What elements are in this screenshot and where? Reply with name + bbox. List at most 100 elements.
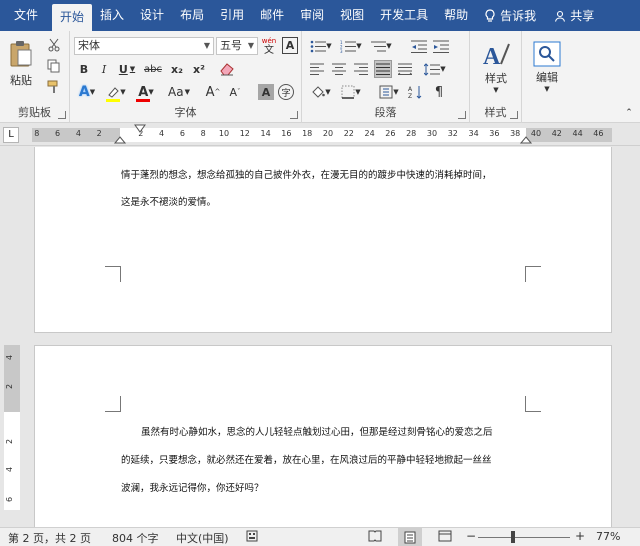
align-right-icon	[354, 63, 368, 75]
language[interactable]: 中文(中国)	[176, 530, 229, 546]
paragraph-line[interactable]: 虽然有时心静如水，思念的人儿轻轻点触划过心田，但那是经过刻骨铭心的爱恋之后	[141, 424, 493, 438]
page-1[interactable]: 情于蓬烈的想念，想念给孤独的自己披件外衣，在漫无目的的踱步中快速的消耗掉时间， …	[34, 147, 612, 333]
tab-developer[interactable]: 开发工具	[372, 0, 436, 31]
character-shading-button[interactable]: A	[258, 84, 274, 100]
format-painter-button[interactable]	[46, 79, 62, 95]
zoom-slider-thumb[interactable]	[511, 531, 515, 543]
tab-selector[interactable]: L	[3, 127, 19, 143]
multilevel-list-button[interactable]: ▼	[368, 37, 394, 55]
distributed-button[interactable]	[396, 60, 414, 78]
page-2[interactable]: 虽然有时心静如水，思念的人儿轻轻点触划过心田，但那是经过刻骨铭心的爱恋之后 的延…	[34, 345, 612, 527]
chinese-layout-button[interactable]: ▼	[376, 83, 402, 101]
editing-button[interactable]: 编辑 ▼	[528, 37, 566, 97]
zoom-slider-track[interactable]	[478, 537, 570, 538]
collapse-ribbon-button[interactable]: ⌃	[622, 107, 636, 119]
chevron-down-icon: ▼	[120, 88, 126, 96]
chevron-down-icon: ▼	[129, 65, 136, 73]
show-marks-button[interactable]: ¶	[430, 83, 448, 101]
caret-down-icon: ˇ	[237, 88, 241, 96]
underline-button[interactable]: U ▼	[116, 60, 138, 78]
document-area[interactable]: 情于蓬烈的想念，想念给孤独的自己披件外衣，在漫无目的的踱步中快速的消耗掉时间， …	[0, 147, 640, 527]
copy-button[interactable]	[46, 58, 62, 74]
tab-view[interactable]: 视图	[332, 0, 372, 31]
paragraph-line[interactable]: 情于蓬烈的想念，想念给孤独的自己披件外衣，在漫无目的的踱步中快速的消耗掉时间，	[121, 167, 492, 181]
borders-button[interactable]: ▼	[338, 83, 364, 101]
align-right-button[interactable]	[352, 60, 370, 78]
line-spacing-button[interactable]: ▼	[422, 60, 448, 78]
subscript-button[interactable]: x₂	[168, 60, 186, 78]
ruler-tick: 28	[406, 129, 417, 138]
vertical-ruler[interactable]: 4 2 2 4 6	[4, 345, 20, 510]
macro-record-icon[interactable]	[246, 530, 258, 545]
char-border-glyph: A	[285, 39, 295, 52]
increase-indent-button[interactable]	[432, 37, 450, 55]
sort-button[interactable]: AZ	[406, 83, 424, 101]
text-effects-button[interactable]: A ▼	[76, 83, 98, 101]
font-name-dropdown[interactable]: 宋体 ▼	[74, 37, 214, 55]
tab-layout[interactable]: 布局	[172, 0, 212, 31]
zoom-level[interactable]: 77%	[596, 530, 620, 543]
styles-button[interactable]: A 样式 ▼	[476, 37, 516, 97]
font-launcher[interactable]	[290, 111, 298, 119]
share-button[interactable]: 共享	[544, 7, 604, 24]
italic-button[interactable]: I	[96, 60, 112, 78]
shading-button[interactable]: ▼	[308, 83, 334, 101]
right-indent-marker[interactable]	[520, 136, 532, 146]
grow-font-button[interactable]: A ^	[204, 83, 222, 101]
font-color-icon: A	[138, 84, 149, 100]
align-center-button[interactable]	[330, 60, 348, 78]
first-line-indent-marker[interactable]	[134, 124, 146, 134]
change-case-button[interactable]: Aa ▼	[164, 83, 194, 101]
tab-mailings[interactable]: 邮件	[252, 0, 292, 31]
hanging-indent-marker[interactable]	[114, 136, 126, 146]
tab-home[interactable]: 开始	[52, 4, 93, 31]
align-left-button[interactable]	[308, 60, 326, 78]
font-group-label: 字体	[174, 106, 197, 119]
read-mode-icon[interactable]	[368, 530, 382, 545]
font-size-dropdown[interactable]: 五号 ▼	[216, 37, 258, 55]
character-border-button[interactable]: A	[282, 37, 298, 54]
page-count[interactable]: 第 2 页，共 2 页	[8, 530, 91, 546]
tab-help[interactable]: 帮助	[436, 0, 476, 31]
justify-button[interactable]	[374, 60, 392, 78]
ruler-tick: 14	[260, 129, 271, 138]
cut-button[interactable]	[46, 37, 62, 53]
bullets-button[interactable]: ▼	[308, 37, 334, 55]
horizontal-ruler[interactable]: L 8 6 4 2 2 4 6 8 10 12 14 16 18 20 22 24 26 28 30 32 34 36 38…	[0, 124, 640, 146]
tab-references[interactable]: 引用	[212, 0, 252, 31]
styles-icon: A	[483, 43, 510, 68]
paragraph-line[interactable]: 这是永不褪淡的爱情。	[121, 194, 216, 208]
word-count[interactable]: 804 个字	[112, 530, 159, 546]
strikethrough-button[interactable]: abc	[142, 60, 164, 78]
paragraph-launcher[interactable]	[458, 111, 466, 119]
styles-launcher[interactable]	[510, 111, 518, 119]
tell-me-search[interactable]: 告诉我	[476, 7, 544, 24]
superscript-button[interactable]: x²	[190, 60, 208, 78]
font-color-swatch	[136, 99, 150, 102]
tab-insert[interactable]: 插入	[92, 0, 132, 31]
vruler-tick: 4	[5, 354, 15, 361]
tab-design[interactable]: 设计	[132, 0, 172, 31]
ruler-tick: 36	[489, 129, 500, 138]
chevron-down-icon: ▼	[386, 42, 392, 50]
paragraph-line[interactable]: 的延续，只要想念，就必然还在爱着，放在心里，在风浪过后的平静中轻轻地掀起一丝丝	[121, 452, 492, 466]
ruler-tick: 6	[179, 129, 185, 138]
web-layout-icon[interactable]	[438, 530, 452, 545]
shrink-font-button[interactable]: Aˇ	[226, 83, 244, 101]
print-layout-icon[interactable]	[398, 528, 422, 546]
tab-review[interactable]: 审阅	[292, 0, 332, 31]
tab-file[interactable]: 文件	[0, 0, 52, 31]
clipboard-launcher[interactable]	[58, 111, 66, 119]
bold-button[interactable]: B	[76, 60, 92, 78]
decrease-indent-button[interactable]	[410, 37, 428, 55]
vruler-tick: 4	[5, 466, 15, 473]
clear-formatting-button[interactable]	[218, 60, 236, 78]
paragraph-line[interactable]: 波澜，我永远记得你，你还好吗？	[121, 480, 264, 494]
numbering-button[interactable]: 123 ▼	[338, 37, 364, 55]
paste-button[interactable]: 粘贴	[6, 37, 36, 91]
zoom-out-button[interactable]: −	[466, 529, 476, 543]
enclose-characters-button[interactable]: 字	[278, 84, 294, 100]
ruler-tick: 34	[468, 129, 479, 138]
zoom-in-button[interactable]: +	[575, 529, 585, 543]
phonetic-guide-button[interactable]: wén 文	[260, 35, 278, 57]
